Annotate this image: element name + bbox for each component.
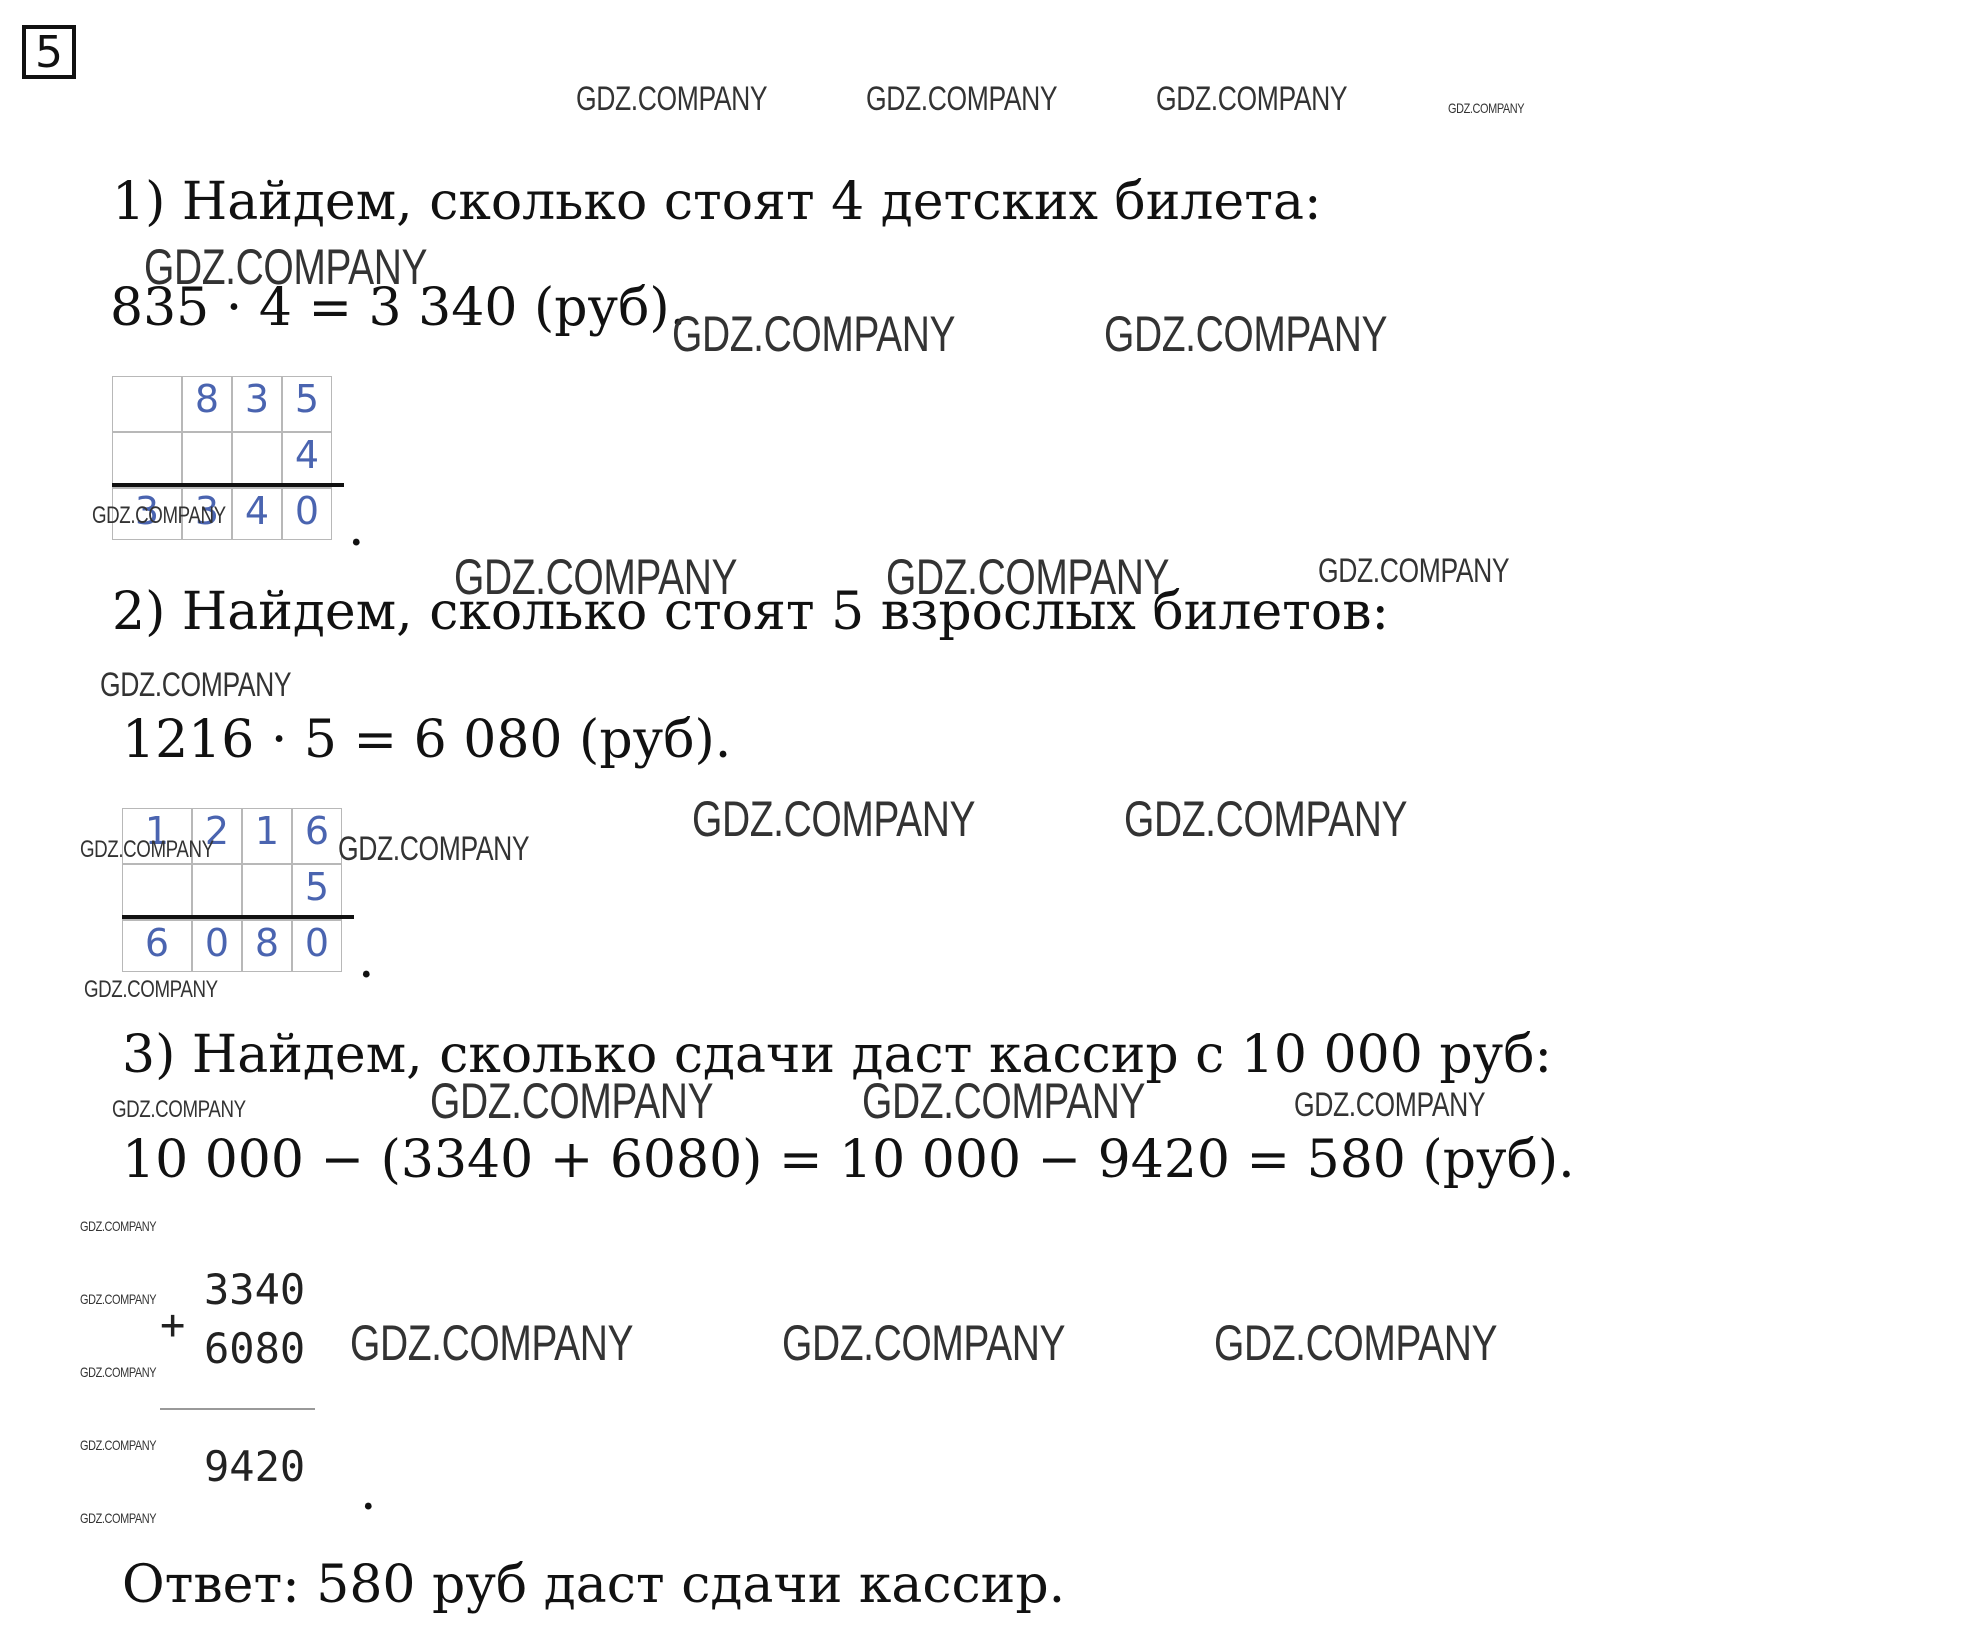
watermark: GDZ.COMPANY: [92, 502, 226, 529]
addend-1: 3340: [204, 1265, 306, 1314]
step1-grid-cell: [112, 376, 182, 432]
watermark: GDZ.COMPANY: [576, 80, 768, 118]
step1-grid-cell: 0: [282, 488, 332, 540]
addition-rule: [160, 1408, 315, 1410]
watermark: GDZ.COMPANY: [866, 80, 1058, 118]
watermark: GDZ.COMPANY: [430, 1073, 714, 1129]
step1-grid-cell: [182, 432, 232, 488]
step1-grid-cell: 4: [282, 432, 332, 488]
sum: 9420: [204, 1442, 306, 1491]
step2-grid: 121656080: [122, 808, 342, 972]
step2-grid-cell: 1: [242, 808, 292, 864]
watermark: GDZ.COMPANY: [782, 1315, 1066, 1371]
watermark: GDZ.COMPANY: [80, 1510, 157, 1526]
task-number: 5: [22, 25, 76, 79]
watermark: GDZ.COMPANY: [84, 976, 218, 1003]
watermark: GDZ.COMPANY: [1104, 306, 1388, 362]
watermark: GDZ.COMPANY: [1214, 1315, 1498, 1371]
watermark: GDZ.COMPANY: [862, 1073, 1146, 1129]
step2-grid-cell: 5: [292, 864, 342, 920]
step2-grid-cell: [122, 864, 192, 920]
step1-grid-cell: 5: [282, 376, 332, 432]
step1-grid-rule: [112, 483, 344, 487]
watermark: GDZ.COMPANY: [80, 1291, 157, 1307]
watermark: GDZ.COMPANY: [1294, 1086, 1486, 1124]
step2-heading: 2) Найдем, сколько стоят 5 взрослых биле…: [112, 582, 1389, 642]
watermark: GDZ.COMPANY: [80, 1437, 157, 1453]
step2-grid-cell: 6: [292, 808, 342, 864]
step1-dot: .: [348, 498, 365, 558]
step2-grid-cell: 0: [292, 920, 342, 972]
step2-dot: .: [358, 930, 375, 990]
watermark: GDZ.COMPANY: [886, 549, 1170, 605]
step2-equation: 1216 · 5 = 6 080 (руб).: [122, 710, 732, 770]
watermark: GDZ.COMPANY: [80, 1218, 157, 1234]
step3-dot: .: [360, 1462, 377, 1522]
watermark: GDZ.COMPANY: [80, 1364, 157, 1380]
step2-grid-cell: [192, 864, 242, 920]
step1-grid-cell: 3: [232, 376, 282, 432]
watermark: GDZ.COMPANY: [100, 666, 292, 704]
addend-2: 6080: [204, 1324, 306, 1373]
watermark: GDZ.COMPANY: [144, 239, 428, 295]
watermark: GDZ.COMPANY: [1156, 80, 1348, 118]
watermark: GDZ.COMPANY: [112, 1096, 246, 1123]
answer: Ответ: 580 руб даст сдачи кассир.: [122, 1555, 1066, 1615]
watermark: GDZ.COMPANY: [1448, 100, 1525, 116]
step1-grid-cell: [232, 432, 282, 488]
watermark: GDZ.COMPANY: [1318, 552, 1510, 590]
watermark: GDZ.COMPANY: [80, 836, 214, 863]
step2-grid-cell: 0: [192, 920, 242, 972]
step2-grid-cell: [242, 864, 292, 920]
step3-heading: 3) Найдем, сколько сдачи даст кассир с 1…: [122, 1025, 1553, 1085]
step2-grid-cell: 8: [242, 920, 292, 972]
addition-plus-sign: +: [160, 1300, 186, 1349]
step1-heading: 1) Найдем, сколько стоят 4 детских билет…: [112, 172, 1322, 232]
step1-grid-cell: 8: [182, 376, 232, 432]
step3-equation: 10 000 − (3340 + 6080) = 10 000 − 9420 =…: [122, 1130, 1575, 1190]
watermark: GDZ.COMPANY: [672, 306, 956, 362]
watermark: GDZ.COMPANY: [350, 1315, 634, 1371]
watermark: GDZ.COMPANY: [454, 549, 738, 605]
watermark: GDZ.COMPANY: [1124, 791, 1408, 847]
watermark: GDZ.COMPANY: [338, 830, 530, 868]
watermark: GDZ.COMPANY: [692, 791, 976, 847]
step2-grid-rule: [122, 915, 354, 919]
step1-grid-cell: [112, 432, 182, 488]
step2-grid-cell: 6: [122, 920, 192, 972]
step1-grid-cell: 4: [232, 488, 282, 540]
